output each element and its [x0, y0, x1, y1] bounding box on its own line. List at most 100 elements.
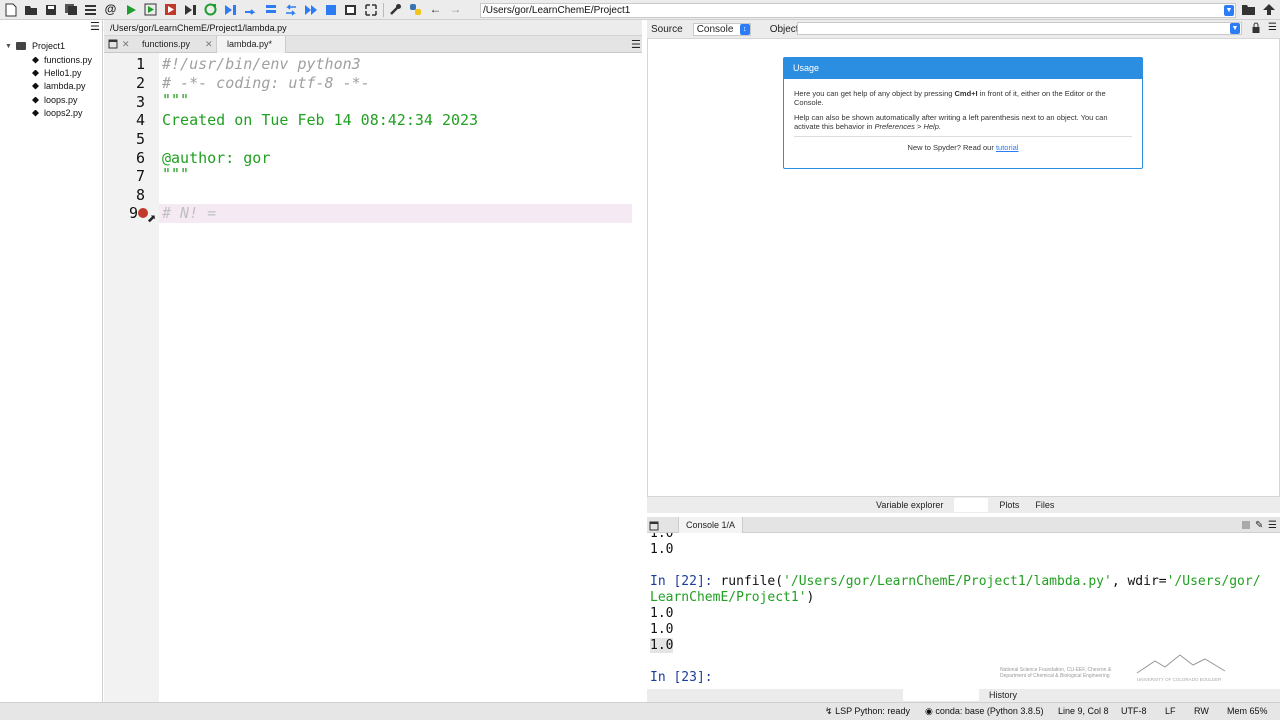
- line-number-gutter: 1 2 3 4 5 6 7 8 9 ⬈: [104, 53, 159, 702]
- object-label: Object: [769, 23, 799, 35]
- editor-file-path: /Users/gor/LearnChemE/Project1/lambda.py: [104, 20, 642, 36]
- editor-options-icon[interactable]: ☰: [631, 38, 641, 51]
- code-line: #!/usr/bin/env python3: [162, 55, 361, 73]
- python-file-icon: [32, 96, 39, 104]
- tab-console[interactable]: Console 1/A: [678, 517, 744, 533]
- tree-file-item[interactable]: loops.py: [32, 94, 78, 106]
- code-line: # -*- coding: utf-8 -*-: [162, 74, 370, 92]
- open-file-icon[interactable]: [23, 2, 38, 17]
- memory-usage: Mem 65%: [1227, 706, 1268, 716]
- file-label: loops2.py: [44, 108, 83, 118]
- maximize-pane-icon[interactable]: [343, 2, 358, 17]
- stop-icon[interactable]: [323, 2, 338, 17]
- console-code: ): [806, 590, 815, 605]
- console-code: runfile(: [720, 574, 784, 589]
- preferences-wrench-icon[interactable]: [388, 2, 403, 17]
- usage-text: Here you can get help of any object by p…: [794, 89, 955, 98]
- code-editor[interactable]: #!/usr/bin/env python3 # -*- coding: utf…: [159, 53, 642, 702]
- save-all-icon[interactable]: [63, 2, 78, 17]
- object-input[interactable]: [797, 22, 1242, 35]
- chevron-down-icon[interactable]: ▼: [1224, 5, 1234, 16]
- lock-icon[interactable]: [1252, 22, 1260, 36]
- new-file-icon[interactable]: [3, 2, 18, 17]
- tree-file-item[interactable]: functions.py: [32, 54, 92, 66]
- tab-history[interactable]: History: [989, 689, 1017, 702]
- close-tab-icon[interactable]: ✕: [205, 36, 213, 53]
- conda-icon: ◉: [925, 706, 933, 716]
- step-into-icon[interactable]: [263, 2, 278, 17]
- run-cell-icon[interactable]: [143, 2, 158, 17]
- source-select[interactable]: Console ↕: [692, 22, 751, 36]
- help-tab-bar: Variable explorer Plots Files: [647, 497, 1280, 513]
- chevron-down-icon[interactable]: ▼: [1230, 23, 1240, 34]
- tutorial-link[interactable]: tutorial: [996, 143, 1019, 152]
- watermark-text: National Science Foundation, CU-EEF, Che…: [1000, 667, 1111, 679]
- mouse-cursor-icon: ⬈: [147, 213, 157, 225]
- line-number: 6: [135, 149, 145, 167]
- python-file-icon: [32, 69, 39, 77]
- console-prompt: In [23]:: [650, 670, 713, 685]
- tab-variable-explorer[interactable]: Variable explorer: [868, 497, 951, 513]
- project-root[interactable]: ▼ Project1: [5, 40, 65, 52]
- interrupt-kernel-icon[interactable]: [1242, 521, 1250, 529]
- rerun-icon[interactable]: [203, 2, 218, 17]
- line-number: 5: [135, 130, 145, 148]
- back-arrow-icon[interactable]: ←: [428, 2, 443, 17]
- console-options-icon[interactable]: ☰: [1268, 518, 1277, 534]
- file-label: functions.py: [44, 55, 93, 65]
- console-string: LearnChemE/Project1': [650, 590, 807, 605]
- browse-tabs-icon[interactable]: [108, 39, 118, 52]
- pencil-icon[interactable]: ✎: [1255, 518, 1263, 534]
- console-run-command: In [22]: runfile('/Users/gor/LearnChemE/…: [650, 574, 1261, 589]
- run-icon[interactable]: [123, 2, 138, 17]
- file-label: Hello1.py: [44, 68, 82, 78]
- code-line: """: [162, 165, 190, 183]
- tree-file-item[interactable]: Hello1.py: [32, 67, 82, 79]
- conda-status: ◉ conda: base (Python 3.8.5): [925, 703, 1043, 720]
- tree-file-item[interactable]: loops2.py: [32, 107, 83, 119]
- at-icon[interactable]: @: [103, 2, 118, 17]
- mountain-logo-icon: [1136, 654, 1226, 674]
- tree-file-item[interactable]: lambda.py: [32, 80, 86, 92]
- expand-arrow-icon[interactable]: ▼: [5, 43, 12, 50]
- python-file-icon: [32, 82, 39, 90]
- run-cell-advance-icon[interactable]: [163, 2, 178, 17]
- usage-shortcut: Cmd+I: [954, 89, 978, 98]
- tab-functions[interactable]: functions.py: [142, 36, 190, 53]
- save-file-icon[interactable]: [43, 2, 58, 17]
- fullscreen-icon[interactable]: [363, 2, 378, 17]
- file-encoding: UTF-8: [1121, 706, 1147, 716]
- tab-ipython-console[interactable]: [903, 689, 979, 701]
- cursor-position: Line 9, Col 8: [1058, 706, 1109, 716]
- console-output: 1.0: [650, 533, 674, 541]
- run-selection-icon[interactable]: [183, 2, 198, 17]
- usage-text: New to Spyder? Read our: [907, 143, 996, 152]
- tab-lambda[interactable]: lambda.py*: [216, 36, 286, 53]
- debug-icon[interactable]: [223, 2, 238, 17]
- pane-options-icon[interactable]: ☰: [90, 20, 100, 33]
- usage-paragraph-1: Here you can get help of any object by p…: [784, 89, 1142, 107]
- help-options-icon[interactable]: ☰: [1268, 22, 1277, 33]
- console-string: '/Users/gor/LearnChemE/Project1/lambda.p…: [783, 574, 1112, 589]
- usage-preferences-path: Preferences > Help.: [874, 122, 941, 131]
- parent-directory-icon[interactable]: [1262, 3, 1276, 19]
- console-bottom-tabs: History: [647, 689, 1280, 702]
- continue-icon[interactable]: [303, 2, 318, 17]
- forward-arrow-icon[interactable]: →: [448, 2, 463, 17]
- editor-tab-bar: ✕ functions.py ✕ lambda.py* ☰: [104, 36, 642, 53]
- tab-plots[interactable]: Plots: [991, 497, 1027, 513]
- step-icon[interactable]: [243, 2, 258, 17]
- code-line: # N! =: [162, 204, 217, 222]
- python-path-icon[interactable]: [408, 2, 423, 17]
- tab-help[interactable]: [954, 498, 989, 512]
- step-return-icon[interactable]: [283, 2, 298, 17]
- outline-icon[interactable]: [83, 2, 98, 17]
- close-tab-icon[interactable]: ✕: [122, 36, 130, 53]
- file-label: loops.py: [44, 95, 78, 105]
- console-output: 1.0: [650, 622, 674, 637]
- working-directory-input[interactable]: /Users/gor/LearnChemE/Project1: [480, 3, 1236, 18]
- browse-folder-icon[interactable]: [1241, 3, 1256, 19]
- line-number: 4: [135, 111, 145, 129]
- python-file-icon: [32, 56, 39, 64]
- tab-files[interactable]: Files: [1027, 497, 1062, 513]
